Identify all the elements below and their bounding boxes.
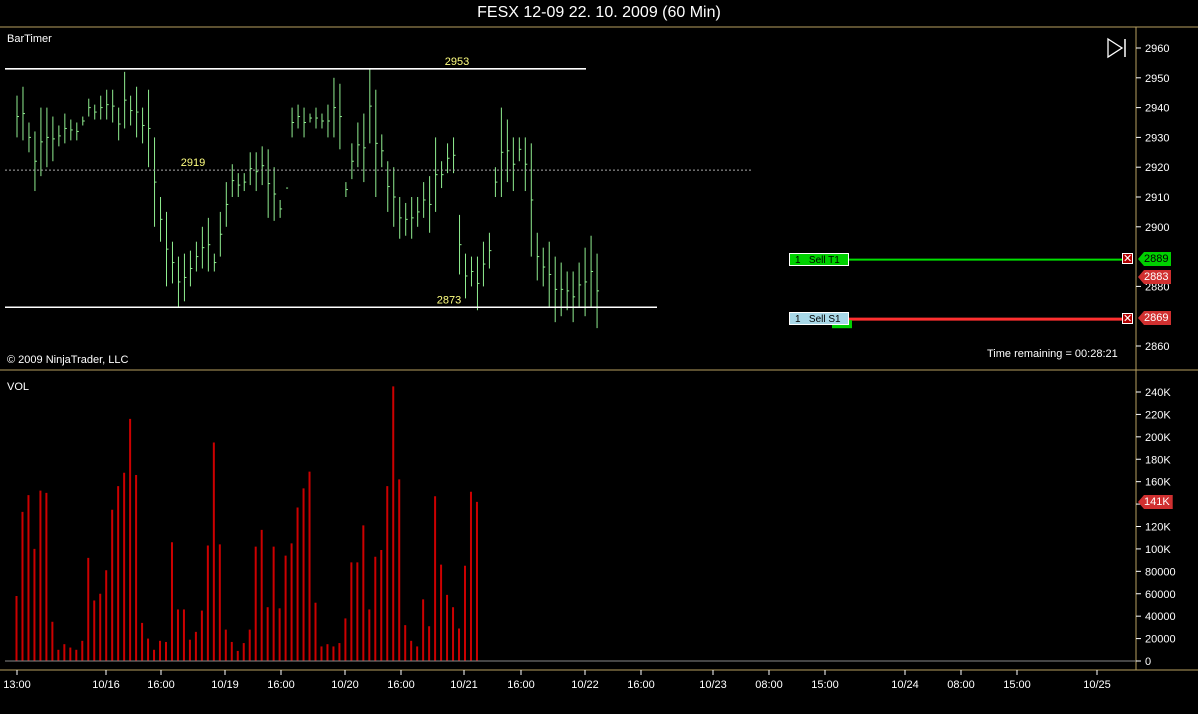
x-tick-label: 10/20 [331,679,359,691]
price-tick-label: 2920 [1145,162,1169,174]
volume-tick-label: 100K [1145,544,1171,556]
time-remaining: Time remaining = 00:28:21 [987,348,1118,360]
price-tag-s1: 2869 [1138,311,1172,325]
price-y-axis: 286028802900291029202930294029502960 [1136,43,1169,353]
order-sell-s1[interactable]: 1 Sell S1 [789,312,849,325]
volume-tick-label: 60000 [1145,589,1176,601]
volume-tick-label: 200K [1145,432,1171,444]
close-order-s1-button[interactable]: ✕ [1122,313,1133,325]
last-price-tag: 2883 [1138,270,1172,284]
price-tick-label: 2930 [1145,132,1169,144]
price-lines[interactable]: 2953 2919 2873 [5,56,752,309]
horizontal-line-label: 2919 [181,157,205,169]
order-label: Sell S1 [808,314,841,325]
volume-tick-label: 180K [1145,454,1171,466]
volume-tick-label: 80000 [1145,566,1176,578]
order-sell-t1[interactable]: 1 Sell T1 [789,253,849,266]
price-tick-label: 2950 [1145,73,1169,85]
order-lines[interactable] [832,258,1122,329]
time-x-axis: 13:00 10/16 16:00 10/19 16:00 10/20 16:00 10/21… [3,670,1111,691]
x-tick-label: 10/16 [92,679,120,691]
horizontal-line-label: 2873 [437,294,461,306]
order-qty: 1 [795,314,801,325]
volume-last-tag: 141K [1138,495,1173,509]
volume-tick-label: 220K [1145,409,1171,421]
order-qty: 1 [795,255,801,266]
skip-forward-icon-glyph [1107,37,1126,59]
x-tick-label: 16:00 [507,679,535,691]
price-tick-label: 2960 [1145,43,1169,55]
indicator-label: BarTimer [7,33,52,45]
close-order-t1-button[interactable]: ✕ [1122,253,1133,265]
x-tick-label: 15:00 [1003,679,1031,691]
volume-label: VOL [7,381,30,393]
price-tick-label: 2900 [1145,222,1169,234]
x-tick-label: 10/25 [1083,679,1111,691]
x-tick-label: 13:00 [3,679,31,691]
volume-tick-label: 40000 [1145,611,1176,623]
x-tick-label: 16:00 [627,679,655,691]
volume-tick-label: 20000 [1145,634,1176,646]
price-tick-label: 2940 [1145,103,1169,115]
x-tick-label: 15:00 [811,679,839,691]
price-tag-t1: 2889 [1138,252,1172,266]
price-tick-label: 2860 [1145,341,1169,353]
x-tick-label: 10/19 [211,679,239,691]
x-tick-label: 10/23 [699,679,727,691]
x-tick-label: 08:00 [947,679,975,691]
volume-tick-label: 120K [1145,522,1171,534]
volume-y-axis: 020000400006000080000100K120K140K160K180… [1136,387,1176,668]
order-label: Sell T1 [808,255,840,266]
x-tick-label: 08:00 [755,679,783,691]
volume-bars [5,386,1136,662]
volume-tick-label: 240K [1145,387,1171,399]
price-tick-label: 2910 [1145,192,1169,204]
volume-tick-label: 160K [1145,477,1171,489]
x-tick-label: 10/24 [891,679,919,691]
x-tick-label: 10/21 [450,679,478,691]
skip-forward-icon[interactable] [1106,37,1128,59]
x-tick-label: 16:00 [147,679,175,691]
x-tick-label: 16:00 [387,679,415,691]
x-tick-label: 10/22 [571,679,599,691]
price-bars [16,68,600,329]
copyright-text: © 2009 NinjaTrader, LLC [7,354,129,366]
volume-tick-label: 0 [1145,656,1151,668]
horizontal-line-label: 2953 [445,56,469,68]
x-tick-label: 16:00 [267,679,295,691]
